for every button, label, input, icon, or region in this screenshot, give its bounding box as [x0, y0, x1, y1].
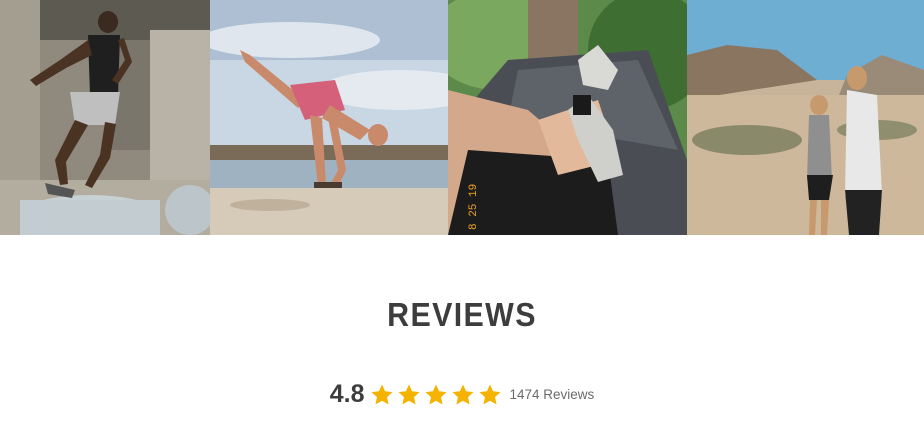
gallery-photo-athlete[interactable] [0, 0, 210, 235]
star-icon [425, 384, 447, 404]
star-icon [398, 384, 420, 404]
desert-photo-image [687, 0, 924, 235]
gallery-photo-desert[interactable] [687, 0, 924, 235]
gallery-photo-hammock[interactable]: 8 25 19 [448, 0, 687, 235]
star-icon [452, 384, 474, 404]
average-rating: 4.8 [329, 380, 365, 408]
star-icon [371, 384, 393, 404]
star-icon [479, 384, 501, 404]
gallery-photo-yoga[interactable] [210, 0, 448, 235]
review-count-link[interactable]: 1474 Reviews [509, 387, 594, 402]
reviews-heading: REVIEWS [387, 296, 537, 333]
rating-summary[interactable]: 4.8 1474 Reviews [0, 380, 924, 409]
photo-gallery: 8 25 19 [0, 0, 924, 235]
hammock-photo-image: 8 25 19 [448, 0, 687, 235]
film-date-stamp: 8 25 19 [468, 184, 480, 230]
yoga-photo-image [210, 0, 448, 235]
star-rating [368, 383, 503, 407]
athlete-photo-image [0, 0, 210, 235]
